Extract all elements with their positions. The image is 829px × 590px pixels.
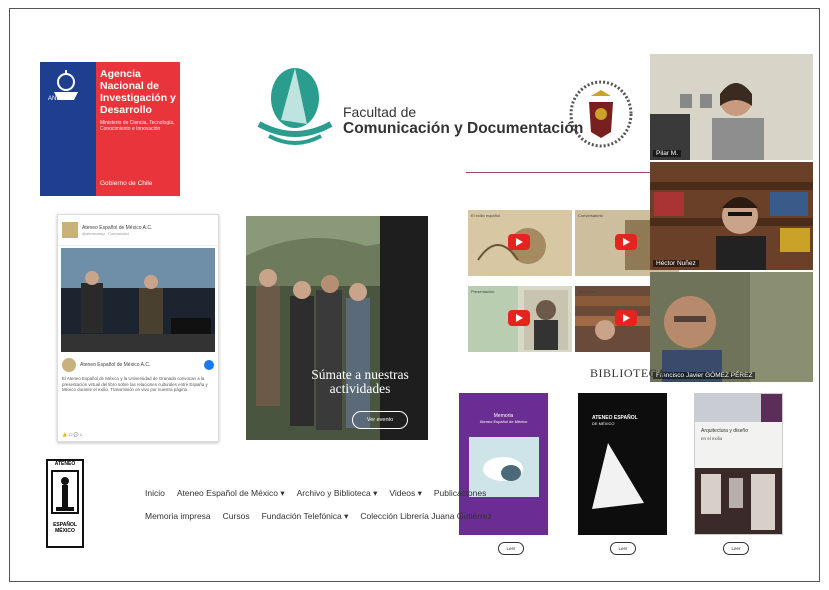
triangle-art: [592, 443, 644, 509]
nav-item-fundacion[interactable]: Fundación Telefónica ▾: [262, 511, 349, 522]
facultad-logo-icon: [257, 68, 333, 145]
book-read-button-2[interactable]: Leer: [610, 542, 636, 555]
nav-item-videos[interactable]: Videos ▾: [389, 488, 421, 499]
facultad-line2: Comunicación y Documentación: [343, 120, 584, 137]
video-title: Presentación: [471, 289, 495, 294]
book-title: Arquitectura y diseño: [701, 428, 748, 434]
site-navigation: Inicio Ateneo Español de México ▾ Archiv…: [145, 488, 492, 522]
activities-promo[interactable]: Súmate a nuestras actividades Ver evento: [246, 216, 428, 440]
fb-page-name[interactable]: Ateneo Español de México A.C.: [82, 225, 152, 231]
fb-page-info: Ateneo Español de México A.C. @ateneoesp…: [82, 225, 152, 236]
facultad-line1: Facultad de: [343, 104, 417, 120]
nav-item-publicaciones[interactable]: Publicaciones: [434, 488, 486, 499]
page-avatar: [62, 222, 78, 238]
book-title: Memoria: [493, 413, 514, 419]
book-subtitle: Ateneo Español de México: [479, 419, 528, 424]
event-stage-photo: [61, 248, 215, 352]
video-title: Homenaje: [578, 289, 597, 294]
fb-post-reactions[interactable]: 👍 12 💬 2: [62, 432, 82, 437]
fb-post-author-row: Ateneo Español de México A.C.: [58, 354, 218, 376]
anid-title: Agencia Nacional de Investigación y Desa…: [100, 68, 176, 116]
book-read-button-3[interactable]: Leer: [723, 542, 749, 555]
nav-row-2: Memoria impresa Cursos Fundación Telefón…: [145, 511, 492, 522]
participant-video: [650, 272, 813, 382]
video-call-tile-2[interactable]: Héctor Nuñez: [650, 162, 813, 270]
facebook-post-card[interactable]: Ateneo Español de México A.C. @ateneoesp…: [57, 214, 219, 442]
nav-item-inicio[interactable]: Inicio: [145, 488, 165, 499]
book-subtitle: en el exilio: [701, 436, 723, 441]
anid-ministry: Ministerio de Ciencia, Tecnología, Conoc…: [100, 120, 175, 132]
fb-card-header: Ateneo Español de México A.C. @ateneoesp…: [58, 215, 218, 246]
youtube-play-icon[interactable]: [615, 234, 637, 250]
participant-video: [650, 162, 813, 270]
participant-video: [650, 54, 813, 160]
facultad-text: Facultad de Comunicación y Documentación: [343, 104, 583, 138]
fb-page-handle: @ateneoesp · Comunidad: [82, 230, 129, 236]
anid-logo: ANID Agencia Nacional de Investigación y…: [40, 62, 180, 196]
book-subtitle: DE MÉXICO: [592, 421, 615, 426]
nav-row-1: Inicio Ateneo Español de México ▾ Archiv…: [145, 488, 492, 499]
participant-name: Francisco Javier GÓMEZ PÉREZ: [653, 372, 756, 379]
video-thumbnail[interactable]: El exilio español: [468, 210, 572, 276]
nav-item-ateneo[interactable]: Ateneo Español de México ▾: [177, 488, 285, 499]
book-read-button-1[interactable]: Leer: [498, 542, 524, 555]
video-title: El exilio español: [471, 213, 500, 218]
ateneo-figure-icon: [51, 470, 79, 514]
biblioteca-heading: BIBLIOTECA: [590, 366, 667, 380]
anid-logo-blue: ANID: [40, 62, 96, 196]
anid-logo-red: Agencia Nacional de Investigación y Desa…: [96, 62, 180, 196]
divider-line: [466, 172, 650, 173]
chile-coat-of-arms-icon: [54, 70, 78, 100]
youtube-play-icon[interactable]: [508, 234, 530, 250]
book-title: ATENEO ESPAÑOL: [592, 415, 638, 421]
video-thumbnail[interactable]: Presentación: [468, 286, 572, 352]
video-call-tile-3[interactable]: Francisco Javier GÓMEZ PÉREZ: [650, 272, 813, 382]
ateneo-logo-bottom2: MÉXICO: [55, 528, 75, 534]
video-title: Conversatorio: [578, 213, 603, 218]
anid-badge: ANID: [48, 96, 63, 102]
book-cover-2[interactable]: ATENEO ESPAÑOL DE MÉXICO: [578, 393, 667, 535]
nav-item-archivo[interactable]: Archivo y Biblioteca ▾: [297, 488, 378, 499]
promo-headline: Súmate a nuestras actividades: [311, 367, 409, 396]
fb-post-text: El Ateneo Español de México y la Univers…: [62, 376, 208, 392]
facebook-icon[interactable]: [204, 360, 214, 370]
architecture-art: [695, 394, 782, 534]
youtube-play-icon[interactable]: [508, 310, 530, 326]
participant-name: Héctor Nuñez: [653, 260, 699, 267]
nav-item-cursos[interactable]: Cursos: [223, 511, 250, 522]
youtube-play-icon[interactable]: [615, 310, 637, 326]
book-cover-3[interactable]: Arquitectura y diseño en el exilio: [694, 393, 783, 535]
ateneo-logo: ATENEO ESPAÑOL MÉXICO: [46, 459, 84, 548]
gobierno-label: Gobierno de Chile: [100, 180, 153, 187]
crowd-photo: [246, 216, 428, 440]
see-event-button[interactable]: Ver evento: [352, 411, 408, 429]
university-seal-icon: [569, 80, 633, 148]
fb-post-author[interactable]: Ateneo Español de México A.C.: [80, 362, 150, 368]
nav-item-memoria[interactable]: Memoria impresa: [145, 511, 211, 522]
video-call-tile-1[interactable]: Pilar M.: [650, 54, 813, 160]
fb-post-photo[interactable]: [61, 248, 215, 352]
nav-item-coleccion[interactable]: Colección Librería Juana Gutiérrez: [360, 511, 491, 522]
participant-name: Pilar M.: [653, 150, 682, 157]
post-avatar: [62, 358, 76, 372]
